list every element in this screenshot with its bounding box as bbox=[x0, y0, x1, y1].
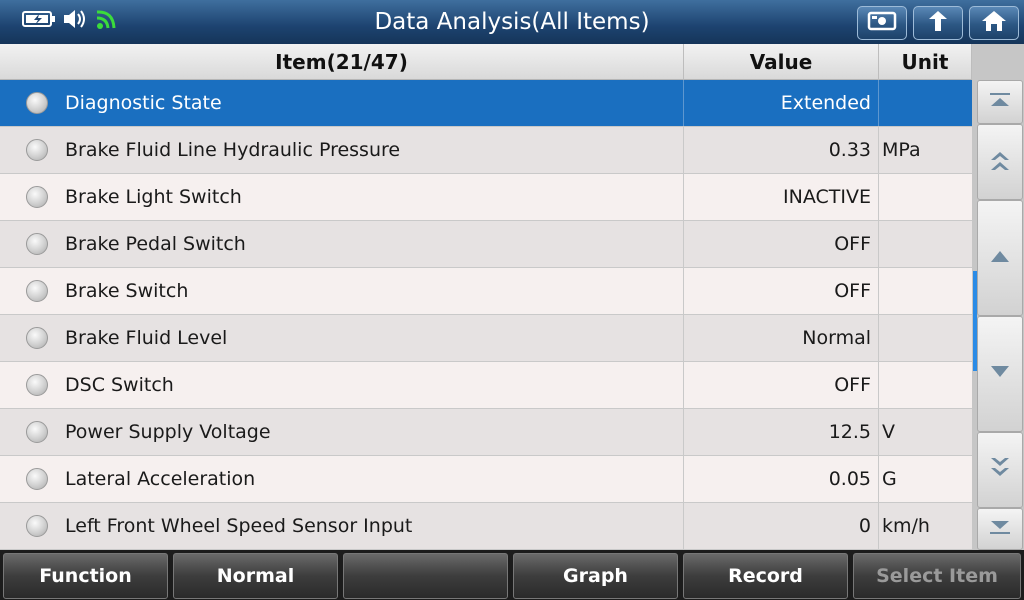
table-row[interactable]: Brake Fluid Level Normal bbox=[0, 315, 972, 362]
column-header-item: Item(21/47) bbox=[0, 44, 684, 80]
item-value: 0.05 bbox=[684, 456, 879, 502]
graph-button[interactable]: Graph bbox=[513, 553, 678, 599]
item-unit bbox=[879, 221, 972, 267]
title-bar: Data Analysis(All Items) bbox=[0, 0, 1024, 44]
item-name: Diagnostic State bbox=[65, 92, 222, 114]
page-down-icon bbox=[988, 456, 1012, 484]
table-row[interactable]: Lateral Acceleration 0.05 G bbox=[0, 456, 972, 503]
item-value: 0 bbox=[684, 503, 879, 549]
table-row[interactable]: Diagnostic State Extended bbox=[0, 80, 972, 127]
item-name: DSC Switch bbox=[65, 374, 174, 396]
line-up-button[interactable] bbox=[977, 200, 1023, 316]
table-row[interactable]: Brake Light Switch INACTIVE bbox=[0, 174, 972, 221]
home-icon bbox=[979, 9, 1009, 37]
status-indicator-icon bbox=[26, 515, 48, 537]
status-indicator-icon bbox=[26, 374, 48, 396]
column-header-value: Value bbox=[684, 44, 879, 80]
home-button[interactable] bbox=[969, 6, 1019, 40]
item-value: 12.5 bbox=[684, 409, 879, 455]
empty-button[interactable] bbox=[343, 553, 508, 599]
column-header-unit: Unit bbox=[879, 44, 972, 80]
item-name: Brake Fluid Level bbox=[65, 327, 228, 349]
table-row[interactable]: Power Supply Voltage 12.5 V bbox=[0, 409, 972, 456]
table-row[interactable]: Left Front Wheel Speed Sensor Input 0 km/h bbox=[0, 503, 972, 550]
item-name: Brake Pedal Switch bbox=[65, 233, 246, 255]
item-value: Normal bbox=[684, 315, 879, 361]
status-indicator-icon bbox=[26, 327, 48, 349]
item-value: INACTIVE bbox=[684, 174, 879, 220]
item-name: Brake Light Switch bbox=[65, 186, 242, 208]
page-up-button[interactable] bbox=[977, 124, 1023, 200]
table-row[interactable]: Brake Switch OFF bbox=[0, 268, 972, 315]
item-unit bbox=[879, 362, 972, 408]
select-item-button[interactable]: Select Item bbox=[853, 553, 1021, 599]
item-unit bbox=[879, 80, 972, 126]
item-unit: G bbox=[882, 468, 897, 490]
status-indicator-icon bbox=[26, 233, 48, 255]
report-icon bbox=[867, 10, 897, 36]
scroll-bottom-icon bbox=[988, 519, 1012, 539]
normal-button[interactable]: Normal bbox=[173, 553, 338, 599]
item-unit bbox=[879, 268, 972, 314]
function-bar: Function Normal Graph Record Select Item bbox=[0, 550, 1024, 600]
item-name: Left Front Wheel Speed Sensor Input bbox=[65, 515, 413, 537]
table-row[interactable]: Brake Fluid Line Hydraulic Pressure 0.33 M… bbox=[0, 127, 972, 174]
back-button[interactable] bbox=[913, 6, 963, 40]
line-down-button[interactable] bbox=[977, 316, 1023, 432]
item-value: OFF bbox=[684, 268, 879, 314]
status-indicator-icon bbox=[26, 139, 48, 161]
item-unit: MPa bbox=[882, 139, 921, 161]
line-up-icon bbox=[989, 248, 1011, 268]
function-button[interactable]: Function bbox=[3, 553, 168, 599]
item-name: Lateral Acceleration bbox=[65, 468, 256, 490]
scroll-panel bbox=[972, 44, 1024, 550]
table-row[interactable]: DSC Switch OFF bbox=[0, 362, 972, 409]
status-indicator-icon bbox=[26, 186, 48, 208]
item-value: OFF bbox=[684, 221, 879, 267]
item-unit bbox=[879, 174, 972, 220]
item-name: Power Supply Voltage bbox=[65, 421, 271, 443]
status-indicator-icon bbox=[26, 92, 48, 114]
scroll-top-icon bbox=[988, 92, 1012, 112]
item-name: Brake Fluid Line Hydraulic Pressure bbox=[65, 139, 401, 161]
page-up-icon bbox=[988, 148, 1012, 176]
scroll-bottom-button[interactable] bbox=[977, 508, 1023, 550]
report-button[interactable] bbox=[857, 6, 907, 40]
table-row[interactable]: Brake Pedal Switch OFF bbox=[0, 221, 972, 268]
item-name: Brake Switch bbox=[65, 280, 189, 302]
item-value: OFF bbox=[684, 362, 879, 408]
status-indicator-icon bbox=[26, 468, 48, 490]
item-unit bbox=[879, 315, 972, 361]
record-button[interactable]: Record bbox=[683, 553, 848, 599]
item-unit: V bbox=[882, 421, 895, 443]
item-value: Extended bbox=[684, 80, 879, 126]
page-down-button[interactable] bbox=[977, 432, 1023, 508]
status-indicator-icon bbox=[26, 421, 48, 443]
line-down-icon bbox=[989, 364, 1011, 384]
up-arrow-icon bbox=[923, 9, 953, 37]
scroll-top-button[interactable] bbox=[977, 80, 1023, 124]
item-unit: km/h bbox=[882, 515, 930, 537]
status-indicator-icon bbox=[26, 280, 48, 302]
item-value: 0.33 bbox=[684, 127, 879, 173]
